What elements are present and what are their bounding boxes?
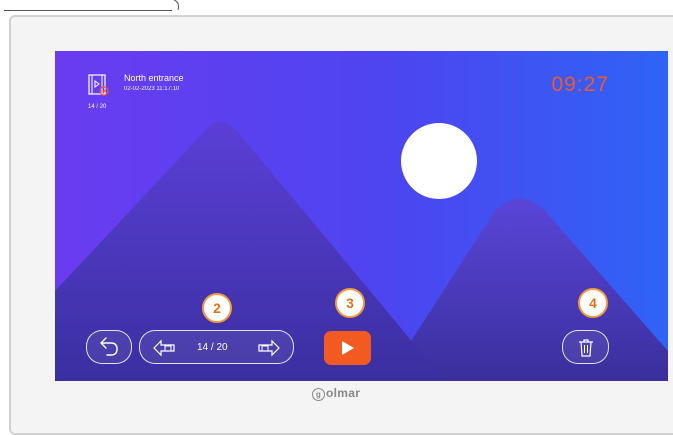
logo-initial: g	[312, 388, 325, 401]
callout-badge-3: 3	[335, 288, 365, 318]
play-button[interactable]	[324, 331, 371, 365]
top-rule	[4, 10, 172, 11]
back-arrow-icon	[100, 337, 118, 356]
callout-badge-4: 4	[578, 288, 608, 318]
mountain-right	[385, 198, 668, 381]
delete-button[interactable]	[562, 330, 609, 364]
clock: 09:27	[551, 73, 609, 96]
record-location: North entrance	[124, 73, 184, 83]
brand-logo: g olmar	[312, 386, 360, 401]
next-record-icon[interactable]	[253, 338, 281, 358]
callout-badge-2: 2	[202, 293, 232, 323]
record-info: North entrance 02-02-2023 11:17:10	[87, 73, 184, 97]
trash-icon	[579, 339, 593, 357]
record-datetime: 02-02-2023 11:17:10	[124, 86, 180, 92]
previous-record-icon[interactable]	[152, 338, 180, 358]
logo-text: olmar	[326, 386, 361, 400]
play-icon	[342, 341, 354, 355]
monitor-screen: North entrance 02-02-2023 11:17:10 14 / …	[55, 51, 668, 381]
hook-mark-icon	[173, 0, 179, 11]
moon-shape	[401, 123, 477, 199]
record-counter: 14 / 20	[88, 104, 107, 110]
page-indicator: 14 / 20	[197, 342, 228, 353]
video-file-icon	[88, 74, 109, 96]
record-navigation: 14 / 20	[139, 330, 294, 364]
back-button[interactable]	[86, 330, 132, 364]
